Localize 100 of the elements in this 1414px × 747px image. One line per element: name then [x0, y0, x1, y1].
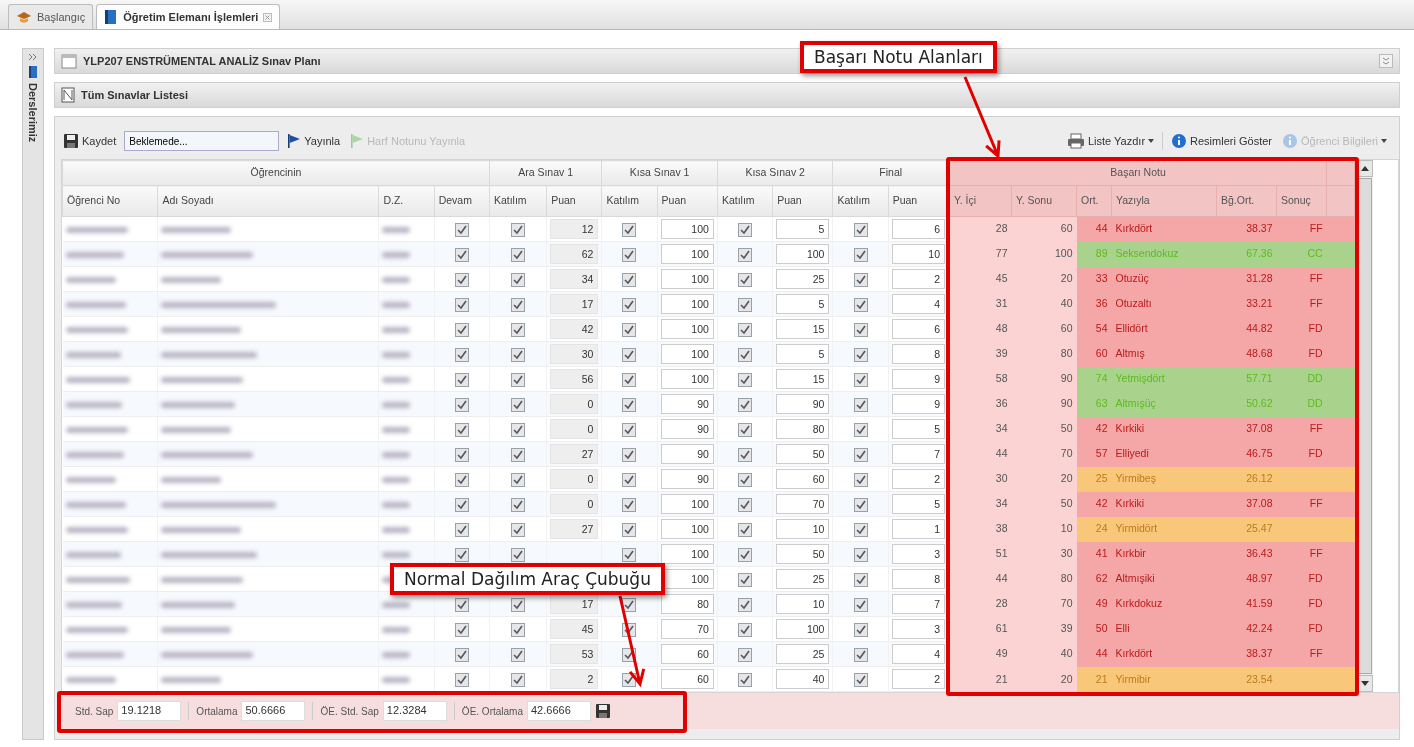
checkbox[interactable] [853, 497, 868, 512]
checkbox[interactable] [622, 547, 637, 562]
checkbox[interactable] [454, 547, 469, 562]
checkbox[interactable] [853, 622, 868, 637]
column-header[interactable]: Sonuç [1276, 185, 1327, 217]
close-icon[interactable] [263, 12, 273, 22]
checkbox[interactable] [738, 447, 752, 462]
checkbox[interactable] [454, 247, 469, 262]
score-field[interactable]: 7 [891, 594, 945, 614]
checkbox[interactable] [738, 672, 752, 687]
checkbox[interactable] [511, 222, 525, 237]
checkbox[interactable] [853, 597, 868, 612]
score-field[interactable]: 80 [660, 594, 714, 614]
score-field[interactable]: 100 [660, 294, 714, 314]
column-header[interactable]: Puan [546, 185, 602, 217]
checkbox[interactable] [738, 472, 752, 487]
score-field[interactable]: 2 [891, 269, 945, 289]
score-field[interactable]: 100 [660, 494, 714, 514]
score-field[interactable]: 50 [776, 444, 830, 464]
checkbox[interactable] [511, 622, 525, 637]
checkbox[interactable] [853, 547, 868, 562]
score-field[interactable]: 10 [776, 519, 830, 539]
checkbox[interactable] [511, 422, 525, 437]
checkbox[interactable] [738, 422, 752, 437]
score-field[interactable]: 80 [776, 419, 830, 439]
info-icon[interactable] [1171, 133, 1188, 149]
score-field[interactable]: 5 [776, 219, 830, 239]
score-field[interactable]: 4 [891, 294, 945, 314]
collapse-icon[interactable] [1379, 54, 1393, 68]
score-field[interactable]: 2 [891, 669, 945, 689]
checkbox[interactable] [511, 447, 525, 462]
checkbox[interactable] [738, 222, 752, 237]
score-field[interactable]: 6 [891, 219, 945, 239]
score-field[interactable]: 5 [891, 494, 945, 514]
score-field[interactable]: 5 [776, 344, 830, 364]
column-header[interactable]: Devam [434, 185, 490, 217]
score-field[interactable]: 9 [891, 394, 945, 414]
checkbox[interactable] [454, 472, 469, 487]
checkbox[interactable] [853, 322, 868, 337]
column-header[interactable]: Y. Sonu [1011, 185, 1077, 217]
score-field[interactable]: 90 [660, 394, 714, 414]
score-field[interactable]: 3 [891, 544, 945, 564]
checkbox[interactable] [454, 322, 469, 337]
score-field[interactable]: 100 [776, 244, 830, 264]
checkbox[interactable] [454, 447, 469, 462]
column-header[interactable]: Yazıyla [1111, 185, 1217, 217]
checkbox[interactable] [622, 322, 637, 337]
score-field[interactable]: 40 [776, 669, 830, 689]
score-field[interactable]: 2 [891, 469, 945, 489]
score-field[interactable]: 25 [776, 569, 830, 589]
score-field[interactable]: 25 [776, 644, 830, 664]
checkbox[interactable] [622, 447, 637, 462]
checkbox[interactable] [454, 422, 469, 437]
checkbox[interactable] [454, 597, 469, 612]
score-field[interactable]: 70 [660, 619, 714, 639]
checkbox[interactable] [738, 397, 752, 412]
checkbox[interactable] [454, 372, 469, 387]
expand-icon[interactable] [28, 53, 38, 61]
scroll-down-icon[interactable] [1360, 681, 1369, 686]
checkbox[interactable] [853, 447, 868, 462]
checkbox[interactable] [738, 497, 752, 512]
printer-icon[interactable] [1067, 133, 1085, 149]
score-field[interactable]: 100 [776, 619, 830, 639]
checkbox[interactable] [622, 272, 637, 287]
checkbox[interactable] [853, 272, 868, 287]
score-field[interactable]: 70 [776, 494, 830, 514]
stat-field[interactable]: 19.1218 [117, 701, 182, 721]
stat-field[interactable]: 50.6666 [241, 701, 306, 721]
score-field[interactable]: 7 [891, 444, 945, 464]
checkbox[interactable] [622, 522, 637, 537]
checkbox[interactable] [511, 597, 525, 612]
score-field[interactable]: 3 [891, 619, 945, 639]
checkbox[interactable] [738, 247, 752, 262]
stat-field[interactable]: 12.3284 [382, 701, 447, 721]
scroll-up-icon[interactable] [1360, 166, 1369, 171]
column-header[interactable]: Katılım [601, 185, 658, 217]
checkbox[interactable] [454, 272, 469, 287]
score-field[interactable]: 100 [660, 344, 714, 364]
checkbox[interactable] [622, 497, 637, 512]
status-field[interactable]: Beklemede... [124, 131, 280, 151]
score-field[interactable]: 15 [776, 369, 830, 389]
checkbox[interactable] [853, 422, 868, 437]
score-field[interactable]: 100 [660, 369, 714, 389]
column-header[interactable]: Adı Soyadı [157, 185, 379, 217]
toolbar-button[interactable]: Liste Yazdır [1065, 131, 1157, 151]
score-field[interactable]: 90 [660, 469, 714, 489]
score-field[interactable]: 4 [891, 644, 945, 664]
checkbox[interactable] [511, 397, 525, 412]
checkbox[interactable] [622, 472, 637, 487]
column-header[interactable]: Katılım [717, 185, 773, 217]
score-field[interactable]: 10 [776, 594, 830, 614]
tab[interactable]: Başlangıç [8, 4, 94, 29]
stat-field[interactable]: 42.6666 [527, 701, 591, 721]
score-field[interactable]: 100 [660, 269, 714, 289]
toolbar-button[interactable]: Resimleri Göster [1169, 131, 1274, 151]
score-field[interactable]: 90 [660, 419, 714, 439]
checkbox[interactable] [738, 272, 752, 287]
checkbox[interactable] [853, 222, 868, 237]
score-field[interactable]: 8 [891, 344, 945, 364]
checkbox[interactable] [853, 372, 868, 387]
